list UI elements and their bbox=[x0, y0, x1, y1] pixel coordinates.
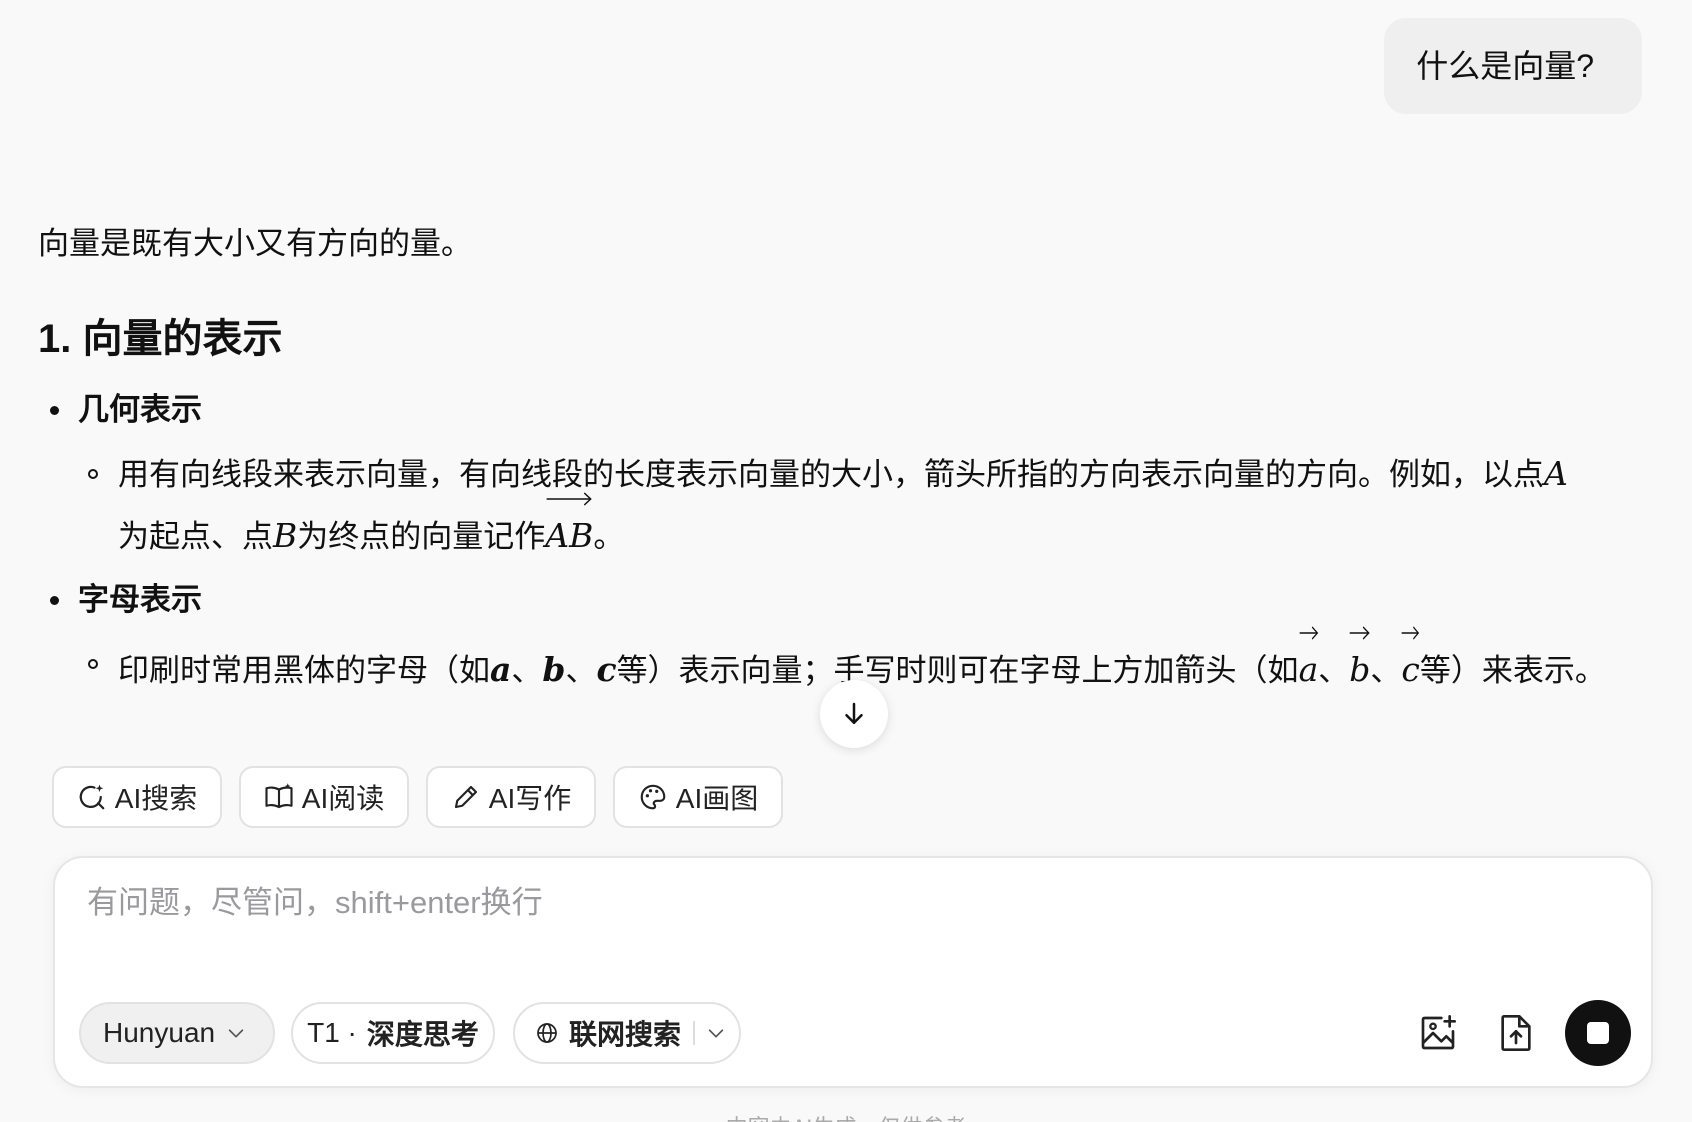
bullet-letter: 字母表示 bbox=[38, 578, 1638, 622]
web-search-label: 联网搜索 bbox=[569, 1019, 682, 1050]
separator: 、 bbox=[511, 653, 543, 688]
bullet-title: 字母表示 bbox=[78, 582, 202, 617]
ai-read-button[interactable]: AI阅读 bbox=[239, 766, 409, 828]
chat-page: 什么是向量? 向量是既有大小又有方向的量。 1. 向量的表示 几何表示 用有向线… bbox=[0, 0, 1692, 1122]
deep-think-prefix: T1 · bbox=[307, 1017, 357, 1048]
model-label: Hunyuan bbox=[103, 1017, 216, 1048]
math-bold-b: b bbox=[542, 650, 566, 689]
ai-read-label: AI阅读 bbox=[301, 783, 385, 814]
math-point-a: A bbox=[1544, 454, 1568, 493]
math-vector-b: b bbox=[1349, 626, 1371, 697]
vector-arrow bbox=[1299, 626, 1318, 640]
separator: 、 bbox=[1318, 653, 1350, 688]
deep-think-label: 深度思考 bbox=[366, 1019, 479, 1050]
ai-search-button[interactable]: AI搜索 bbox=[52, 766, 222, 828]
ai-tools-bar: AI搜索 AI阅读 AI写作 AI画图 bbox=[52, 766, 783, 828]
web-search-toggle[interactable]: 联网搜索 bbox=[513, 1002, 741, 1064]
stop-generation-button[interactable] bbox=[1565, 1000, 1631, 1066]
math-vector-a: a bbox=[1298, 626, 1319, 697]
deep-think-toggle[interactable]: T1 · 深度思考 bbox=[291, 1002, 495, 1064]
scroll-to-bottom-button[interactable] bbox=[820, 680, 888, 748]
section-heading: 1. 向量的表示 bbox=[38, 317, 283, 361]
model-selector[interactable]: Hunyuan bbox=[79, 1002, 275, 1064]
stop-icon bbox=[1587, 1022, 1609, 1044]
separator: 、 bbox=[565, 653, 597, 688]
answer-intro: 向量是既有大小又有方向的量。 bbox=[38, 226, 472, 261]
arrow-down-icon bbox=[845, 702, 863, 724]
math-point-b: B bbox=[273, 516, 298, 555]
vector-arrow bbox=[546, 492, 593, 506]
chevron-down-icon[interactable] bbox=[705, 1022, 727, 1044]
assistant-answer: 向量是既有大小又有方向的量。 1. 向量的表示 几何表示 用有向线段来表示向量，… bbox=[38, 222, 1638, 698]
sub-text: 等）表示向量；手写时则可在字母上方加箭头（如 bbox=[616, 653, 1299, 688]
globe-icon bbox=[537, 1023, 557, 1043]
sub-text: 为终点的向量记作 bbox=[297, 519, 546, 554]
math-vector-ab: AB bbox=[545, 492, 594, 563]
math-bold-c: c bbox=[596, 650, 617, 689]
upload-file-button[interactable] bbox=[1495, 1012, 1537, 1054]
chevron-down-icon bbox=[228, 1029, 244, 1038]
math-bold-a: a bbox=[490, 650, 512, 689]
vector-arrow bbox=[1349, 626, 1370, 640]
ai-draw-button[interactable]: AI画图 bbox=[613, 766, 783, 828]
bullet-title: 几何表示 bbox=[78, 392, 202, 427]
math-vector-c-text: c bbox=[1401, 650, 1420, 689]
ai-draw-label: AI画图 bbox=[675, 783, 759, 814]
image-add-icon bbox=[1421, 1015, 1456, 1050]
sub-item-geometric: 用有向线段来表示向量，有向线段的长度表示向量的大小，箭头所指的方向表示向量的方向… bbox=[88, 446, 1638, 564]
sub-text: 用有向线段来表示向量，有向线段的长度表示向量的大小，箭头所指的方向表示向量的方向… bbox=[118, 457, 1544, 492]
sub-text: 印刷时常用黑体的字母（如 bbox=[118, 653, 490, 688]
vector-arrow bbox=[1401, 626, 1420, 640]
upload-file-icon bbox=[1501, 1015, 1531, 1051]
search-sparkle-icon bbox=[79, 784, 105, 810]
book-icon bbox=[265, 783, 293, 809]
chip-divider bbox=[693, 1021, 696, 1045]
math-vector-c: c bbox=[1401, 626, 1420, 697]
message-composer: Hunyuan T1 · 深度思考 联网搜索 bbox=[53, 856, 1653, 1088]
separator: 、 bbox=[1370, 653, 1402, 688]
ai-write-button[interactable]: AI写作 bbox=[426, 766, 596, 828]
add-image-button[interactable] bbox=[1417, 1012, 1459, 1054]
message-input[interactable] bbox=[85, 884, 1489, 922]
math-vector-ab-text: AB bbox=[545, 516, 594, 555]
ai-disclaimer: 内容由AI生成，仅供参考 bbox=[0, 1110, 1692, 1122]
ai-write-label: AI写作 bbox=[488, 783, 572, 814]
palette-icon bbox=[640, 784, 666, 810]
user-message-bubble: 什么是向量? bbox=[1384, 18, 1642, 114]
sub-item-letter: 印刷时常用黑体的字母（如a、b、c等）表示向量；手写时则可在字母上方加箭头（如 a… bbox=[88, 626, 1638, 698]
sub-text: 为起点、点 bbox=[118, 519, 273, 554]
pen-icon bbox=[454, 785, 477, 809]
sub-text: 。 bbox=[593, 519, 625, 554]
bullet-geometric: 几何表示 bbox=[38, 388, 1638, 432]
sub-text: 等）来表示。 bbox=[1419, 653, 1606, 688]
user-message-text: 什么是向量? bbox=[1416, 48, 1594, 84]
math-vector-a-text: a bbox=[1298, 650, 1319, 689]
ai-search-label: AI搜索 bbox=[114, 783, 198, 814]
math-vector-b-text: b bbox=[1349, 650, 1371, 689]
